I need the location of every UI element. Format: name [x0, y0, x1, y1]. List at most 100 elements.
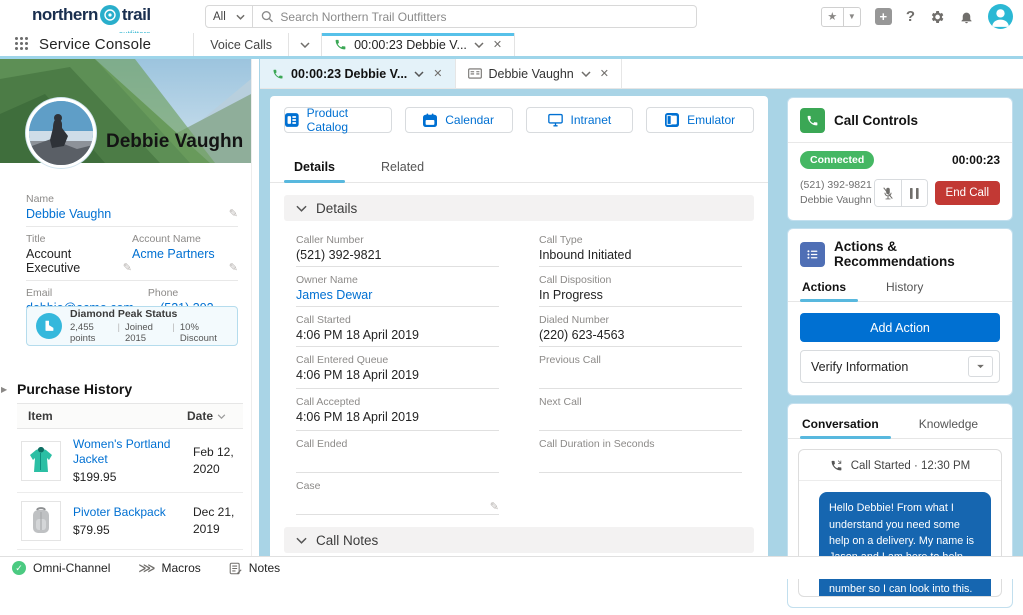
call-notes-section-header[interactable]: Call Notes — [284, 527, 754, 553]
voice-calls-dropdown[interactable] — [288, 33, 321, 56]
call-phone-icon — [800, 108, 825, 133]
table-row: Women's Portland Jacket $199.95 Feb 12, … — [17, 429, 243, 493]
field-caller-number: Caller Number (521) 392-9821 — [296, 227, 499, 267]
subtab-bar: 00:00:23 Debbie V... ✕ Debbie Vaughn ✕ — [260, 59, 1023, 89]
edit-pencil-icon[interactable]: ✎ — [229, 207, 238, 220]
product-catalog-button[interactable]: Product Catalog — [284, 106, 392, 134]
field-call-ended: Call Ended — [296, 431, 499, 473]
chevron-down-icon[interactable] — [581, 70, 591, 77]
field-call-started: Call Started 4:06 PM 18 April 2019 — [296, 307, 499, 347]
utility-bar: ✓ Omni-Channel ⋙ Macros Notes — [0, 556, 1023, 579]
subtab-close-icon[interactable]: ✕ — [433, 67, 442, 80]
muted-mic-icon — [882, 187, 893, 200]
field-call-type: Call Type Inbound Initiated — [539, 227, 742, 267]
account-link[interactable]: Acme Partners — [132, 247, 224, 261]
user-avatar[interactable] — [988, 4, 1013, 29]
tab-close-icon[interactable]: ✕ — [493, 38, 502, 51]
product-link[interactable]: Women's Portland Jacket — [73, 437, 181, 467]
tab-options-chevron[interactable] — [474, 41, 484, 48]
field-call-disposition: Call Disposition In Progress — [539, 267, 742, 307]
contact-avatar[interactable] — [26, 98, 96, 168]
catalog-icon — [285, 113, 299, 127]
workspace-tab-label: 00:00:23 Debbie V... — [354, 37, 467, 52]
actions-recommendations-card: Actions & Recommendations Actions Histor… — [787, 228, 1013, 397]
macros-button[interactable]: ⋙ Macros — [138, 561, 200, 575]
workspace-tab-call[interactable]: 00:00:23 Debbie V... ✕ — [321, 33, 516, 56]
search-input[interactable] — [280, 9, 688, 24]
add-action-button[interactable]: Add Action — [800, 313, 1000, 343]
field-label: Email — [26, 287, 53, 299]
tab-knowledge[interactable]: Knowledge — [917, 410, 980, 438]
table-row: Pivoter Backpack $79.95 Dec 21, 2019 — [17, 493, 243, 550]
tab-history[interactable]: History — [884, 273, 925, 301]
actions-tabs: Actions History — [788, 271, 1012, 303]
caller-info: (521) 392-9821 Debbie Vaughn — [800, 179, 872, 207]
actions-list-icon — [800, 241, 825, 267]
call-controls-card: Call Controls Connected 00:00:23 (521) 3… — [787, 97, 1013, 222]
monitor-icon — [547, 113, 563, 127]
calendar-button[interactable]: Calendar — [404, 107, 513, 133]
edit-pencil-icon[interactable]: ✎ — [490, 500, 499, 513]
app-launcher-icon[interactable] — [14, 36, 29, 56]
subtab-call[interactable]: 00:00:23 Debbie V... ✕ — [260, 59, 456, 88]
app-name: Service Console — [39, 36, 152, 53]
chevron-down-icon — [296, 205, 307, 212]
tab-conversation[interactable]: Conversation — [800, 410, 891, 440]
subtab-close-icon[interactable]: ✕ — [600, 67, 609, 80]
global-actions-icon[interactable]: + — [874, 8, 892, 25]
tab-actions[interactable]: Actions — [800, 273, 859, 303]
edit-pencil-icon[interactable]: ✎ — [123, 261, 132, 274]
field-previous-call: Previous Call — [539, 347, 742, 389]
column-header-item[interactable]: Item — [28, 409, 187, 423]
emulator-button[interactable]: Emulator — [646, 107, 754, 133]
online-check-icon: ✓ — [12, 561, 26, 575]
recommendation-dropdown[interactable] — [968, 356, 993, 378]
omni-channel-button[interactable]: ✓ Omni-Channel — [12, 561, 110, 575]
calendar-icon — [423, 113, 438, 127]
field-row-title-account: Title Account Executive ✎ Account Name A… — [26, 227, 238, 281]
chevron-down-icon[interactable]: ▼ — [844, 12, 860, 21]
hold-pause-button[interactable] — [900, 180, 927, 207]
nav-tab-voice-calls[interactable]: Voice Calls — [193, 33, 288, 56]
help-icon[interactable]: ? — [906, 8, 915, 25]
product-price: $199.95 — [73, 470, 117, 484]
console-nav-bar: Service Console Voice Calls 00:00:23 Deb… — [0, 33, 1023, 56]
tab-details[interactable]: Details — [284, 156, 345, 183]
edit-pencil-icon[interactable]: ✎ — [229, 261, 238, 274]
intranet-button[interactable]: Intranet — [525, 107, 634, 133]
field-spacer — [539, 473, 742, 515]
field-row-name: Name Debbie Vaughn ✎ — [26, 187, 238, 227]
call-controls-title: Call Controls — [834, 113, 919, 128]
notes-icon — [229, 562, 242, 574]
voice-call-record-panel: Product Catalog Calendar Intranet Emulat… — [270, 96, 768, 556]
star-icon[interactable]: ★ — [822, 7, 844, 26]
search-scope-select[interactable]: All — [205, 5, 253, 28]
notes-button[interactable]: Notes — [229, 561, 280, 575]
notifications-bell-icon[interactable] — [959, 9, 974, 25]
logo-compass-icon — [99, 5, 120, 25]
owner-link[interactable]: James Dewar — [296, 288, 483, 302]
setup-gear-icon[interactable] — [929, 9, 945, 25]
record-tabs: Details Related — [270, 148, 768, 183]
field-call-duration: Call Duration in Seconds — [539, 431, 742, 473]
contact-sidebar: Debbie Vaughn Name Debbie Vaughn ✎ Title… — [0, 59, 259, 556]
recommendation-item[interactable]: Verify Information — [800, 350, 1000, 384]
scrollbar-gutter[interactable] — [251, 59, 259, 556]
field-case: Case ✎ — [296, 473, 499, 515]
recommendation-label: Verify Information — [811, 359, 909, 374]
contact-name-link[interactable]: Debbie Vaughn — [26, 207, 224, 221]
chevron-down-icon[interactable] — [414, 70, 424, 77]
column-header-date[interactable]: Date — [187, 409, 243, 423]
field-call-entered-queue: Call Entered Queue 4:06 PM 18 April 2019 — [296, 347, 499, 389]
incoming-call-icon — [831, 460, 842, 471]
product-link[interactable]: Pivoter Backpack — [73, 505, 181, 520]
tab-related[interactable]: Related — [371, 156, 434, 182]
details-section-header[interactable]: Details — [284, 195, 754, 221]
subtab-contact[interactable]: Debbie Vaughn ✕ — [456, 59, 622, 88]
field-owner-name: Owner Name James Dewar — [296, 267, 499, 307]
panel-collapse-handle[interactable]: ▶ — [1, 385, 7, 394]
end-call-button[interactable]: End Call — [934, 181, 1000, 206]
title-value: Account Executive — [26, 247, 81, 275]
favorites-widget[interactable]: ★ ▼ — [820, 6, 861, 27]
mute-button[interactable] — [874, 180, 901, 207]
